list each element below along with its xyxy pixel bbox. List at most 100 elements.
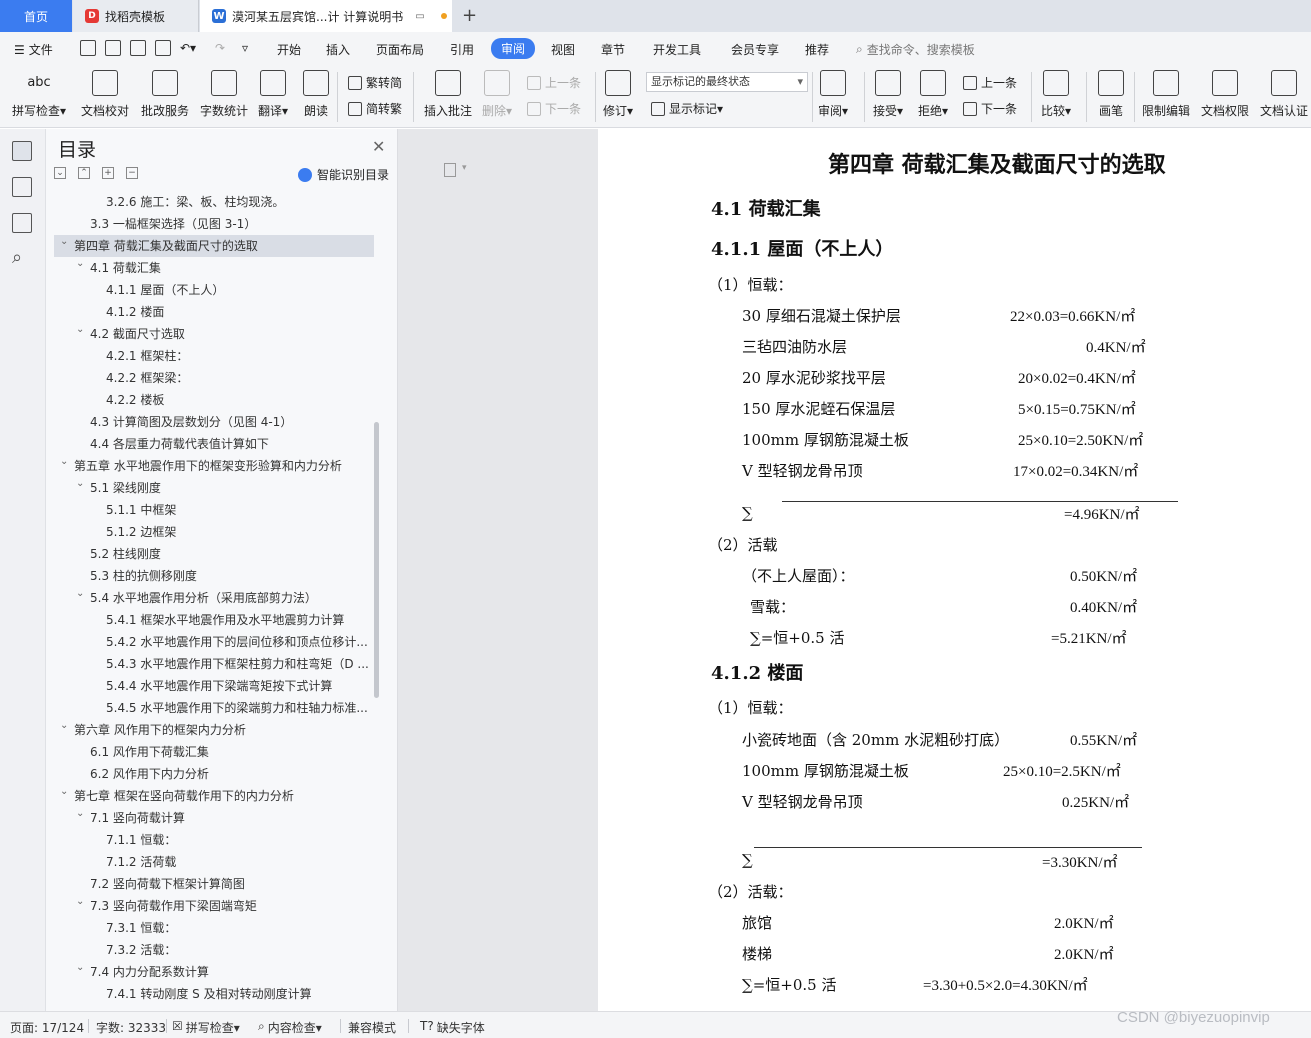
toc-item[interactable]: 5.4.5 水平地震作用下的梁端剪力和柱轴力标准... (54, 697, 374, 719)
menu-item-view[interactable]: 视图 (551, 41, 575, 58)
toc-item[interactable]: 4.4 各层重力荷载代表值计算如下 (54, 433, 374, 455)
restrict-edit-button[interactable]: 限制编辑 (1142, 70, 1190, 119)
show-markup-button[interactable]: 显示标记▾ (651, 100, 723, 117)
file-menu[interactable]: ☰ 文件 (14, 41, 53, 58)
menu-item-devtools[interactable]: 开发工具 (653, 41, 701, 58)
toc-item[interactable]: 7.4 内力分配系数计算 (54, 961, 374, 983)
toc-item[interactable]: 5.3 柱的抗侧移刚度 (54, 565, 374, 587)
doc-options-icon[interactable] (444, 163, 456, 177)
menu-item-insert[interactable]: 插入 (326, 41, 350, 58)
toc-item[interactable]: 7.3.1 恒载： (54, 917, 374, 939)
toc-item[interactable]: 7.4.1 转动刚度 S 及相对转动刚度计算 (54, 983, 374, 1005)
toc-item[interactable]: 4.2 截面尺寸选取 (54, 323, 374, 345)
plus-icon[interactable]: + (102, 167, 114, 179)
toc-item[interactable]: 4.1.1 屋面（不上人） (54, 279, 374, 301)
toc-item[interactable]: 6.1 风作用下荷载汇集 (54, 741, 374, 763)
spell-check-button[interactable]: abc 拼写检查▾ (12, 70, 66, 119)
menu-item-references[interactable]: 引用 (450, 41, 474, 58)
missing-font-button[interactable]: T? 缺失字体 (420, 1019, 485, 1036)
track-changes-button[interactable]: 修订▾ (603, 70, 633, 119)
chevron-down-icon[interactable]: ⌄ (76, 258, 86, 269)
chevron-down-icon[interactable]: ▾ (462, 163, 467, 173)
toc-item[interactable]: 5.4.3 水平地震作用下框架柱剪力和柱弯矩（D ... (54, 653, 374, 675)
menu-item-chapter[interactable]: 章节 (601, 41, 625, 58)
chevron-down-icon[interactable]: ⌄ (76, 896, 86, 907)
toc-item[interactable]: 6.2 风作用下内力分析 (54, 763, 374, 785)
toc-panel-icon[interactable] (12, 141, 32, 161)
tab-templates[interactable]: D 找稻壳模板 (73, 0, 199, 32)
doc-proofread-button[interactable]: 文档校对 (81, 70, 129, 119)
translate-button[interactable]: 翻译▾ (258, 70, 288, 119)
simp-to-trad-button[interactable]: 简转繁 (348, 100, 402, 117)
status-content-check[interactable]: ⌕ 内容检查▾ (258, 1019, 322, 1036)
undo-icon[interactable]: ↶▾ (180, 41, 196, 55)
insert-comment-button[interactable]: 插入批注 (424, 70, 472, 119)
menu-item-start[interactable]: 开始 (277, 41, 301, 58)
correction-service-button[interactable]: 批改服务 (141, 70, 189, 119)
pen-button[interactable]: 画笔 (1098, 70, 1124, 119)
page-indicator[interactable]: 页面: 17/124 (10, 1019, 84, 1036)
toc-item[interactable]: 7.3 竖向荷载作用下梁固端弯矩 (54, 895, 374, 917)
toc-item[interactable]: 4.3 计算简图及层数划分（见图 4-1） (54, 411, 374, 433)
reject-button[interactable]: 拒绝▾ (918, 70, 948, 119)
command-search[interactable]: ⌕ 查找命令、搜索模板 (856, 41, 975, 58)
more-quick-access-icon[interactable]: ▿ (242, 41, 248, 55)
accept-button[interactable]: 接受▾ (873, 70, 903, 119)
toc-item[interactable]: 5.4 水平地震作用分析（采用底部剪力法） (54, 587, 374, 609)
chevron-down-icon[interactable]: ⌄ (60, 456, 70, 467)
toc-item[interactable]: 4.2.2 楼板 (54, 389, 374, 411)
toc-item[interactable]: 5.1.2 边框架 (54, 521, 374, 543)
toc-item[interactable]: 5.4.1 框架水平地震作用及水平地震剪力计算 (54, 609, 374, 631)
toc-item[interactable]: 4.1 荷载汇集 (54, 257, 374, 279)
toc-item[interactable]: 5.2 柱线刚度 (54, 543, 374, 565)
minus-icon[interactable]: − (126, 167, 138, 179)
toc-item[interactable]: 7.3.2 活载： (54, 939, 374, 961)
next-comment-button[interactable]: 下一条 (527, 100, 581, 117)
close-icon[interactable]: ✕ (372, 137, 385, 156)
toc-item[interactable]: 5.1 梁线刚度 (54, 477, 374, 499)
toc-item[interactable]: 7.1.2 活荷载 (54, 851, 374, 873)
compare-button[interactable]: 比较▾ (1041, 70, 1071, 119)
tab-home[interactable]: 首页 (0, 0, 72, 32)
prev-change-button[interactable]: 上一条 (963, 74, 1017, 91)
toc-item[interactable]: 3.2.6 施工：梁、板、柱均现浇。 (54, 191, 374, 213)
next-change-button[interactable]: 下一条 (963, 100, 1017, 117)
doc-cert-button[interactable]: 文档认证 (1260, 70, 1308, 119)
bookmark-icon[interactable] (12, 213, 32, 233)
redo-icon[interactable]: ↷ (215, 41, 225, 55)
delete-comment-button[interactable]: 删除▾ (482, 70, 512, 119)
menu-item-review[interactable]: 审阅 (491, 38, 536, 59)
chevron-down-icon[interactable]: ⌄ (76, 808, 86, 819)
toc-item[interactable]: 7.1.1 恒载： (54, 829, 374, 851)
toc-item[interactable]: 4.2.1 框架柱： (54, 345, 374, 367)
new-tab-plus-icon[interactable]: + (462, 5, 477, 26)
collapse-all-icon[interactable]: ⌃ (78, 167, 90, 179)
toc-item[interactable]: 第五章 水平地震作用下的框架变形验算和内力分析 (54, 455, 374, 477)
toc-item[interactable]: 5.1.1 中框架 (54, 499, 374, 521)
toc-item[interactable]: 4.1.2 楼面 (54, 301, 374, 323)
menu-item-member[interactable]: 会员专享 (731, 41, 779, 58)
tab-document[interactable]: W 漠河某五层宾馆...计 计算说明书 ▭ (200, 0, 452, 32)
toc-item[interactable]: 第七章 框架在竖向荷载作用下的内力分析 (54, 785, 374, 807)
prev-comment-button[interactable]: 上一条 (527, 74, 581, 91)
toc-item[interactable]: 第四章 荷载汇集及截面尺寸的选取 (54, 235, 374, 257)
trad-to-simp-button[interactable]: 繁转简 (348, 74, 402, 91)
chevron-down-icon[interactable]: ⌄ (76, 478, 86, 489)
status-spell-check[interactable]: ☒ 拼写检查▾ (172, 1019, 240, 1036)
print-icon[interactable] (130, 40, 146, 56)
export-pdf-icon[interactable] (105, 40, 121, 56)
word-count-button[interactable]: 字数统计 (200, 70, 248, 119)
expand-all-icon[interactable]: ⌄ (54, 167, 66, 179)
review-pane-button[interactable]: 审阅▾ (818, 70, 848, 119)
toc-item[interactable]: 第六章 风作用下的框架内力分析 (54, 719, 374, 741)
chevron-down-icon[interactable]: ⌄ (76, 962, 86, 973)
smart-toc-button[interactable]: 智能识别目录 (298, 166, 389, 183)
toc-item[interactable]: 7.1 竖向荷载计算 (54, 807, 374, 829)
chevron-down-icon[interactable]: ⌄ (76, 324, 86, 335)
chevron-down-icon[interactable]: ⌄ (60, 236, 70, 247)
monitor-icon[interactable]: ▭ (415, 11, 424, 22)
navigation-icon[interactable] (12, 177, 32, 197)
toc-item[interactable]: 5.4.4 水平地震作用下梁端弯矩按下式计算 (54, 675, 374, 697)
chevron-down-icon[interactable]: ⌄ (76, 588, 86, 599)
markup-state-select[interactable]: 显示标记的最终状态 (646, 72, 808, 92)
